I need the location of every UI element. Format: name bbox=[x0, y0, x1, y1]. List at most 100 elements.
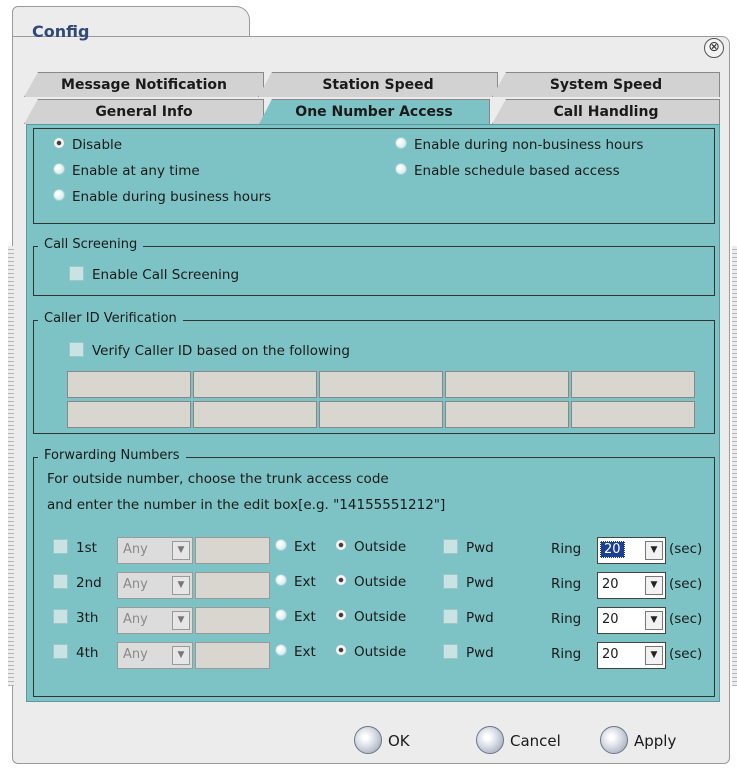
pwd-checkbox-3[interactable]: Pwd bbox=[443, 609, 494, 626]
forward-number-input-4[interactable] bbox=[195, 642, 270, 669]
forwarding-row-4: 4th Any ▼ Ext Outside Pwd Ring 20 ▼ (sec) bbox=[27, 642, 719, 672]
checkbox-icon bbox=[53, 539, 68, 554]
forward-number-input-3[interactable] bbox=[195, 607, 270, 634]
caller-id-field[interactable] bbox=[445, 401, 569, 428]
enable-call-screening-checkbox[interactable]: Enable Call Screening bbox=[69, 266, 239, 283]
tab-general-info[interactable]: General Info bbox=[24, 99, 264, 124]
checkbox-icon bbox=[53, 574, 68, 589]
radio-outside-2[interactable]: Outside bbox=[335, 574, 406, 590]
right-resize-grip[interactable] bbox=[732, 246, 737, 686]
call-screening-legend: Call Screening bbox=[38, 237, 144, 252]
caller-id-legend: Caller ID Verification bbox=[38, 311, 183, 326]
trunk-select-3[interactable]: Any ▼ bbox=[117, 607, 193, 634]
radio-selected-icon bbox=[335, 574, 347, 586]
ring-select-4[interactable]: 20 ▼ bbox=[597, 642, 666, 669]
pwd-checkbox-2[interactable]: Pwd bbox=[443, 574, 494, 591]
cancel-button[interactable]: Cancel bbox=[476, 726, 561, 754]
checkbox-icon bbox=[443, 539, 458, 554]
window-title: Config bbox=[32, 22, 90, 41]
radio-ext-2[interactable]: Ext bbox=[275, 574, 316, 590]
forward-number-input-2[interactable] bbox=[195, 572, 270, 599]
chevron-down-icon[interactable]: ▼ bbox=[645, 576, 663, 595]
radio-ext-3[interactable]: Ext bbox=[275, 609, 316, 625]
ring-select-1[interactable]: 20 ▼ bbox=[597, 537, 666, 564]
radio-enable-schedule[interactable]: Enable schedule based access bbox=[395, 163, 620, 179]
checkbox-icon bbox=[443, 644, 458, 659]
chevron-down-icon[interactable]: ▼ bbox=[172, 541, 190, 560]
radio-icon bbox=[275, 539, 287, 551]
caller-id-field[interactable] bbox=[445, 371, 569, 398]
radio-icon bbox=[53, 189, 65, 201]
checkbox-icon bbox=[69, 266, 84, 281]
forward-1st-checkbox[interactable]: 1st bbox=[53, 539, 97, 556]
radio-icon bbox=[275, 574, 287, 586]
chevron-down-icon[interactable]: ▼ bbox=[645, 646, 663, 665]
left-resize-grip[interactable] bbox=[8, 246, 14, 686]
radio-enable-any-time[interactable]: Enable at any time bbox=[53, 163, 200, 179]
radio-outside-4[interactable]: Outside bbox=[335, 644, 406, 660]
radio-enable-business-hours[interactable]: Enable during business hours bbox=[53, 189, 271, 205]
radio-outside-1[interactable]: Outside bbox=[335, 539, 406, 555]
radio-outside-3[interactable]: Outside bbox=[335, 609, 406, 625]
forwarding-row-3: 3th Any ▼ Ext Outside Pwd Ring 20 ▼ (sec) bbox=[27, 607, 719, 637]
chevron-down-icon[interactable]: ▼ bbox=[172, 611, 190, 630]
checkbox-icon bbox=[69, 342, 84, 357]
radio-selected-icon bbox=[335, 539, 347, 551]
caller-id-field[interactable] bbox=[319, 371, 443, 398]
ring-label: Ring bbox=[551, 611, 582, 627]
caller-id-field[interactable] bbox=[319, 401, 443, 428]
chevron-down-icon[interactable]: ▼ bbox=[172, 576, 190, 595]
trunk-select-1[interactable]: Any ▼ bbox=[117, 537, 193, 564]
forwarding-legend: Forwarding Numbers bbox=[38, 448, 186, 463]
radio-disable[interactable]: Disable bbox=[53, 137, 122, 153]
apply-button[interactable]: Apply bbox=[600, 726, 676, 754]
tab-station-speed[interactable]: Station Speed bbox=[258, 72, 498, 97]
radio-selected-icon bbox=[335, 644, 347, 656]
radio-selected-icon bbox=[335, 609, 347, 621]
forward-number-input-1[interactable] bbox=[195, 537, 270, 564]
radio-icon bbox=[395, 163, 407, 175]
ok-button[interactable]: OK bbox=[354, 726, 410, 754]
tab-call-handling[interactable]: Call Handling bbox=[492, 99, 720, 124]
checkbox-icon bbox=[443, 609, 458, 624]
caller-id-field[interactable] bbox=[571, 401, 695, 428]
sec-label: (sec) bbox=[669, 611, 703, 627]
chevron-down-icon[interactable]: ▼ bbox=[172, 646, 190, 665]
config-window: Config ⊗ Message Notification Station Sp… bbox=[6, 6, 737, 765]
ring-select-2[interactable]: 20 ▼ bbox=[597, 572, 666, 599]
close-icon[interactable]: ⊗ bbox=[704, 38, 724, 58]
ok-icon bbox=[354, 726, 382, 754]
trunk-select-2[interactable]: Any ▼ bbox=[117, 572, 193, 599]
caller-id-field[interactable] bbox=[67, 401, 191, 428]
radio-ext-1[interactable]: Ext bbox=[275, 539, 316, 555]
forwarding-help-line2: and enter the number in the edit box[e.g… bbox=[47, 497, 446, 513]
radio-icon bbox=[275, 644, 287, 656]
checkbox-icon bbox=[53, 644, 68, 659]
radio-icon bbox=[53, 163, 65, 175]
tab-one-number-access[interactable]: One Number Access bbox=[258, 99, 490, 126]
chevron-down-icon[interactable]: ▼ bbox=[645, 541, 663, 560]
caller-id-field[interactable] bbox=[571, 371, 695, 398]
ring-label: Ring bbox=[551, 541, 582, 557]
forwarding-row-2: 2nd Any ▼ Ext Outside Pwd Ring 20 ▼ (sec) bbox=[27, 572, 719, 602]
pwd-checkbox-1[interactable]: Pwd bbox=[443, 539, 494, 556]
forward-2nd-checkbox[interactable]: 2nd bbox=[53, 574, 102, 591]
chevron-down-icon[interactable]: ▼ bbox=[645, 611, 663, 630]
caller-id-field[interactable] bbox=[67, 371, 191, 398]
caller-id-field[interactable] bbox=[193, 371, 317, 398]
tab-system-speed[interactable]: System Speed bbox=[492, 72, 720, 97]
radio-icon bbox=[275, 609, 287, 621]
caller-id-field[interactable] bbox=[193, 401, 317, 428]
pwd-checkbox-4[interactable]: Pwd bbox=[443, 644, 494, 661]
forward-4th-checkbox[interactable]: 4th bbox=[53, 644, 98, 661]
sec-label: (sec) bbox=[669, 576, 703, 592]
forward-3th-checkbox[interactable]: 3th bbox=[53, 609, 98, 626]
tab-message-notification[interactable]: Message Notification bbox=[24, 72, 264, 97]
forwarding-help-line1: For outside number, choose the trunk acc… bbox=[47, 471, 389, 487]
radio-ext-4[interactable]: Ext bbox=[275, 644, 316, 660]
verify-caller-id-checkbox[interactable]: Verify Caller ID based on the following bbox=[69, 342, 350, 359]
ring-select-3[interactable]: 20 ▼ bbox=[597, 607, 666, 634]
radio-enable-non-business-hours[interactable]: Enable during non-business hours bbox=[395, 137, 643, 153]
trunk-select-4[interactable]: Any ▼ bbox=[117, 642, 193, 669]
radio-icon bbox=[395, 137, 407, 149]
